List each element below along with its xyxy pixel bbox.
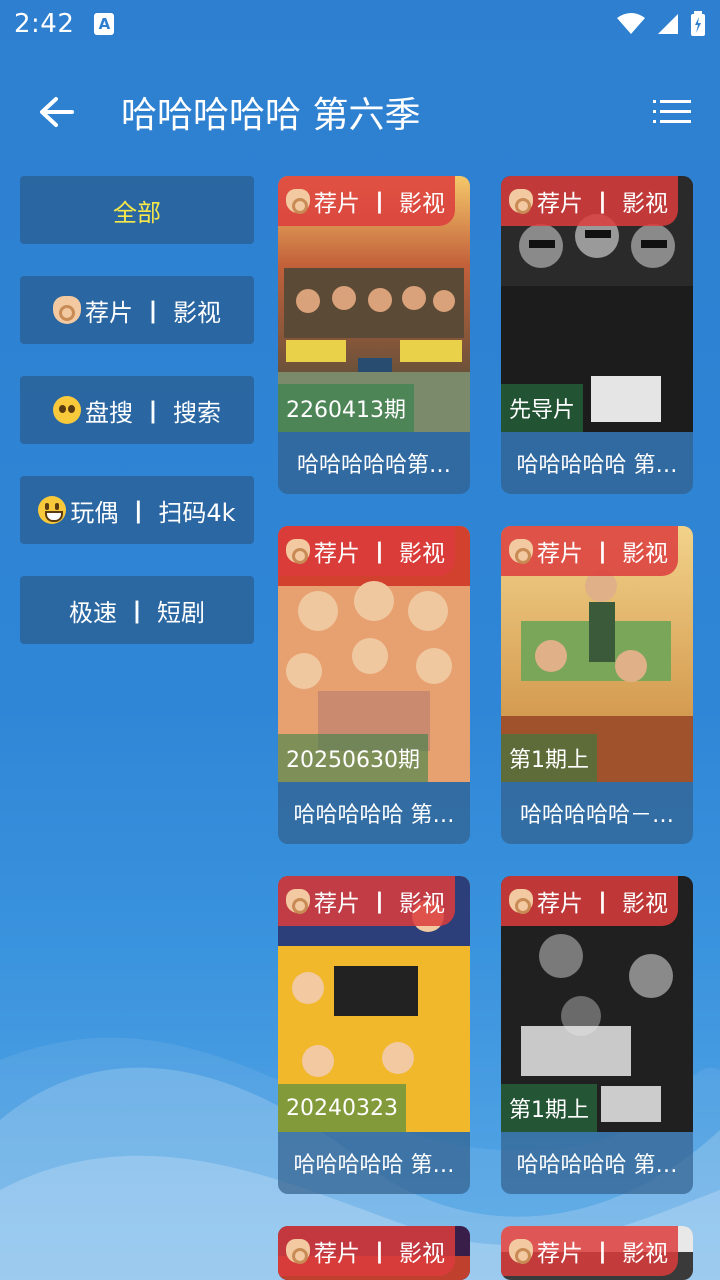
category-pansou[interactable]: 盘搜 丨 搜索 [20,376,254,444]
separator: 丨 [591,541,614,567]
source-tag: 荐片 丨 影视 [278,1226,455,1276]
separator: 丨 [591,191,614,217]
episode-badge: 先导片 [501,384,584,432]
status-time: 2:42 [14,9,75,39]
category-label: 荐片 [85,298,133,327]
video-title: 哈哈哈哈哈 第… [293,803,455,828]
tag-sublabel: 影视 [622,891,668,917]
tag-sublabel: 影视 [622,541,668,567]
separator: 丨 [591,891,614,917]
category-label: 盘搜 [85,398,133,427]
video-card[interactable]: 荐片 丨 影视 [501,1226,693,1280]
tag-label: 荐片 [314,191,360,217]
back-button[interactable] [28,84,84,140]
video-title: 哈哈哈哈哈 第… [516,453,678,478]
separator: 丨 [368,191,391,217]
separator: 丨 [141,298,165,327]
category-label: 玩偶 [70,498,119,527]
ok-hand-icon [509,539,533,564]
episode-badge: 第1期上 [501,1084,597,1132]
tag-label: 荐片 [314,541,360,567]
episode-badge: 20240323 [278,1084,406,1132]
category-sublabel: 影视 [173,298,221,327]
battery-icon [691,11,705,36]
app-bar: 哈哈哈哈哈 第六季 [0,70,720,154]
video-card[interactable]: 荐片 丨 影视 2260413期 哈哈哈哈哈第… [278,176,470,494]
wifi-icon [617,13,645,34]
source-tag: 荐片 丨 影视 [501,1226,678,1276]
source-tag: 荐片 丨 影视 [278,526,455,576]
category-all[interactable]: 全部 [20,176,254,244]
separator: 丨 [126,498,151,527]
video-title: 哈哈哈哈哈 第… [293,1153,455,1178]
tag-sublabel: 影视 [399,891,445,917]
ok-hand-icon [286,189,310,214]
ok-hand-icon [286,539,310,564]
episode-badge: 第1期上 [501,734,597,782]
category-jisu[interactable]: 极速 丨 短剧 [20,576,254,644]
category-jianpian[interactable]: 荐片 丨 影视 [20,276,254,344]
tag-sublabel: 影视 [399,541,445,567]
category-label: 极速 [69,598,117,627]
category-sidebar: 全部 荐片 丨 影视 盘搜 丨 搜索 玩偶 丨 扫码4k 极速 丨 短剧 [20,176,254,676]
tag-label: 荐片 [314,1241,360,1267]
back-arrow-icon [40,97,74,127]
tag-sublabel: 影视 [399,1241,445,1267]
ok-hand-icon [509,889,533,914]
separator: 丨 [368,891,391,917]
video-card[interactable]: 荐片 丨 影视 20240323 哈哈哈哈哈 第… [278,876,470,1194]
category-sublabel: 搜索 [173,398,221,427]
source-tag: 荐片 丨 影视 [501,526,678,576]
video-card[interactable]: 荐片 丨 影视 20250630期 哈哈哈哈哈 第… [278,526,470,844]
page-title: 哈哈哈哈哈 第六季 [121,95,421,136]
separator: 丨 [591,1241,614,1267]
separator: 丨 [368,541,391,567]
video-title: 哈哈哈哈哈第… [296,453,451,478]
video-card[interactable]: 荐片 丨 影视 先导片 哈哈哈哈哈 第… [501,176,693,494]
status-bar: 2:42 A [0,0,720,48]
video-card[interactable]: 荐片 丨 影视 第1期上 哈哈哈哈哈 第… [501,876,693,1194]
tag-sublabel: 影视 [622,191,668,217]
smiley-face-icon [38,496,67,524]
ok-hand-icon [286,1239,310,1264]
tag-sublabel: 影视 [399,191,445,217]
video-title: 哈哈哈哈哈 第… [516,1153,678,1178]
category-wanou[interactable]: 玩偶 丨 扫码4k [20,476,254,544]
episode-badge: 20250630期 [278,734,428,782]
list-menu-button[interactable] [650,90,694,134]
separator: 丨 [368,1241,391,1267]
video-card[interactable]: 荐片 丨 影视 [278,1226,470,1280]
ok-hand-icon [53,296,81,324]
pleading-face-icon [53,396,81,424]
tag-label: 荐片 [537,891,583,917]
source-tag: 荐片 丨 影视 [278,876,455,926]
category-sublabel: 扫码4k [158,498,236,527]
notification-app-icon: A [94,13,115,35]
tag-label: 荐片 [537,191,583,217]
episode-badge: 2260413期 [278,384,414,432]
source-tag: 荐片 丨 影视 [278,176,455,226]
separator: 丨 [141,398,165,427]
video-card[interactable]: 荐片 丨 影视 第1期上 哈哈哈哈哈－… [501,526,693,844]
ok-hand-icon [509,189,533,214]
tag-label: 荐片 [314,891,360,917]
ok-hand-icon [286,889,310,914]
separator: 丨 [125,598,149,627]
cellular-signal-icon [658,14,678,34]
list-menu-icon [653,100,691,123]
tag-sublabel: 影视 [622,1241,668,1267]
category-label: 全部 [113,198,161,227]
video-title: 哈哈哈哈哈－… [519,803,674,828]
ok-hand-icon [509,1239,533,1264]
category-sublabel: 短剧 [157,598,205,627]
source-tag: 荐片 丨 影视 [501,176,678,226]
source-tag: 荐片 丨 影视 [501,876,678,926]
tag-label: 荐片 [537,1241,583,1267]
tag-label: 荐片 [537,541,583,567]
